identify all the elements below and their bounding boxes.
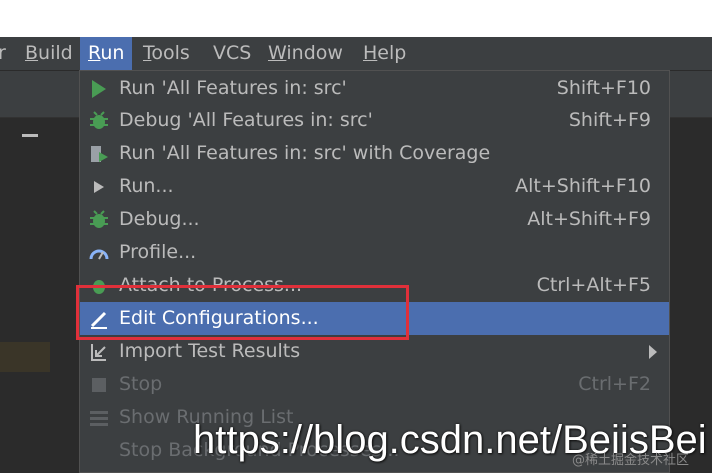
menu-run[interactable]: Run	[80, 37, 133, 70]
highlight-box	[76, 285, 409, 340]
collapse-icon[interactable]	[22, 134, 38, 137]
menubar-overflow-glyph: r	[0, 42, 6, 64]
menu-vcs[interactable]: VCS	[205, 37, 259, 70]
menu-help[interactable]: Help	[355, 37, 414, 70]
menu-build[interactable]: Build	[17, 37, 81, 70]
menu-item-stop[interactable]: Stop Ctrl+F2	[80, 368, 669, 401]
stop-icon	[88, 374, 110, 396]
menu-item-profile[interactable]: Profile...	[80, 236, 669, 269]
coverage-icon	[88, 143, 110, 165]
menu-item-run-all-features[interactable]: Run 'All Features in: src' Shift+F10	[80, 72, 669, 105]
menu-item-run-dialog[interactable]: Run... Alt+Shift+F10	[80, 170, 669, 203]
menu-window[interactable]: Window	[260, 37, 351, 70]
menu-tools[interactable]: Tools	[135, 37, 198, 70]
menu-item-debug-all-features[interactable]: Debug 'All Features in: src' Shift+F9	[80, 104, 669, 137]
import-icon	[88, 341, 110, 363]
editor-gutter	[0, 118, 80, 473]
menu-item-run-with-coverage[interactable]: Run 'All Features in: src' with Coverage	[80, 137, 669, 170]
menu-item-debug-dialog[interactable]: Debug... Alt+Shift+F9	[80, 203, 669, 236]
debug-icon	[88, 110, 110, 132]
run-dropdown-menu: Run 'All Features in: src' Shift+F10 Deb…	[79, 70, 670, 473]
menu-bar: r Build Run Tools VCS Window Help	[0, 37, 712, 71]
line-highlight	[0, 342, 50, 372]
top-white-area	[0, 0, 712, 37]
submenu-arrow-icon	[649, 345, 657, 359]
run-icon	[88, 78, 110, 100]
run-small-icon	[88, 176, 110, 198]
debug-icon	[88, 209, 110, 231]
watermark-source: @稀土掘金技术社区	[572, 453, 690, 468]
profile-icon	[88, 242, 110, 264]
list-icon	[88, 407, 110, 429]
